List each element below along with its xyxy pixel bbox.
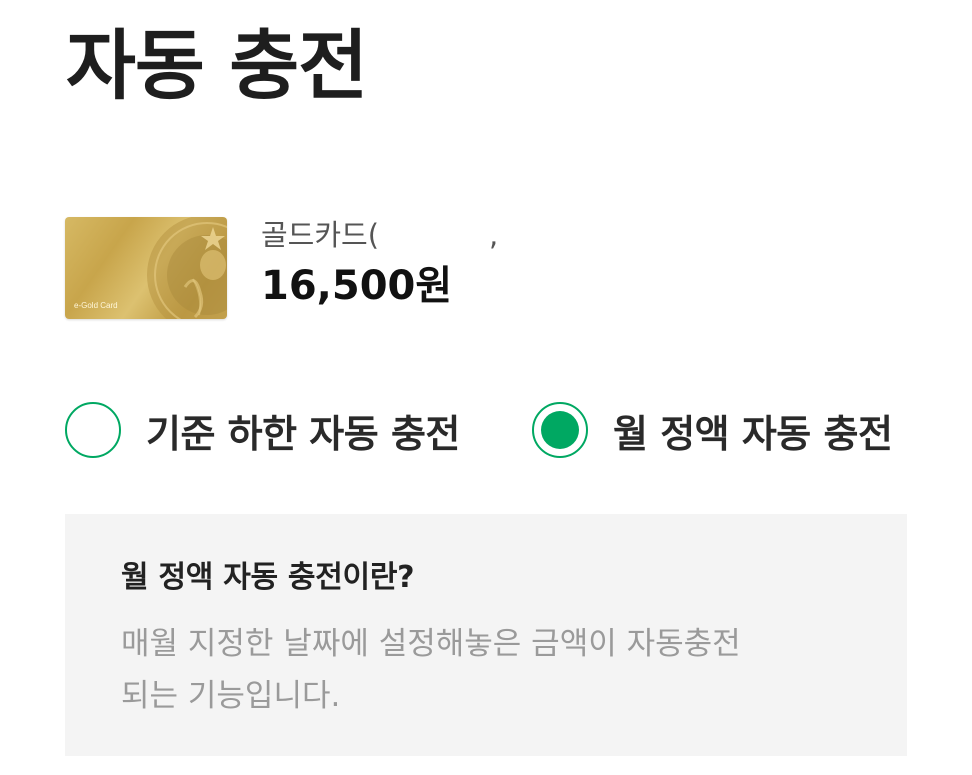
radio-filled-icon[interactable] (532, 402, 588, 458)
info-box: 월 정액 자동 충전이란? 매월 지정한 날짜에 설정해놓은 금액이 자동충전 … (65, 514, 907, 756)
card-brand-text: e-Gold Card (74, 301, 118, 310)
info-title: 월 정액 자동 충전이란? (121, 560, 415, 595)
option-monthly-auto-charge[interactable]: 월 정액 자동 충전 (532, 400, 893, 460)
option-threshold-auto-charge[interactable]: 기준 하한 자동 충전 (65, 400, 460, 460)
card-name-text: 골드카드( (261, 218, 380, 252)
gold-card-image: e-Gold Card (65, 217, 227, 319)
info-description: 매월 지정한 날짜에 설정해놓은 금액이 자동충전 되는 기능입니다. (121, 618, 841, 722)
card-name: 골드카드(, (261, 218, 498, 253)
info-description-line: 되는 기능입니다. (121, 678, 341, 714)
option-label: 기준 하한 자동 충전 (146, 411, 460, 456)
card-balance: 16,500원 (261, 263, 453, 309)
radio-selected-dot (541, 411, 579, 449)
option-label: 월 정액 자동 충전 (613, 411, 893, 456)
masked-card-number (379, 224, 490, 250)
card-name-tail: , (489, 218, 499, 252)
radio-empty-icon[interactable] (65, 402, 121, 458)
info-description-line: 매월 지정한 날짜에 설정해놓은 금액이 자동충전 (121, 626, 741, 662)
page-title: 자동 충전 (66, 21, 368, 110)
